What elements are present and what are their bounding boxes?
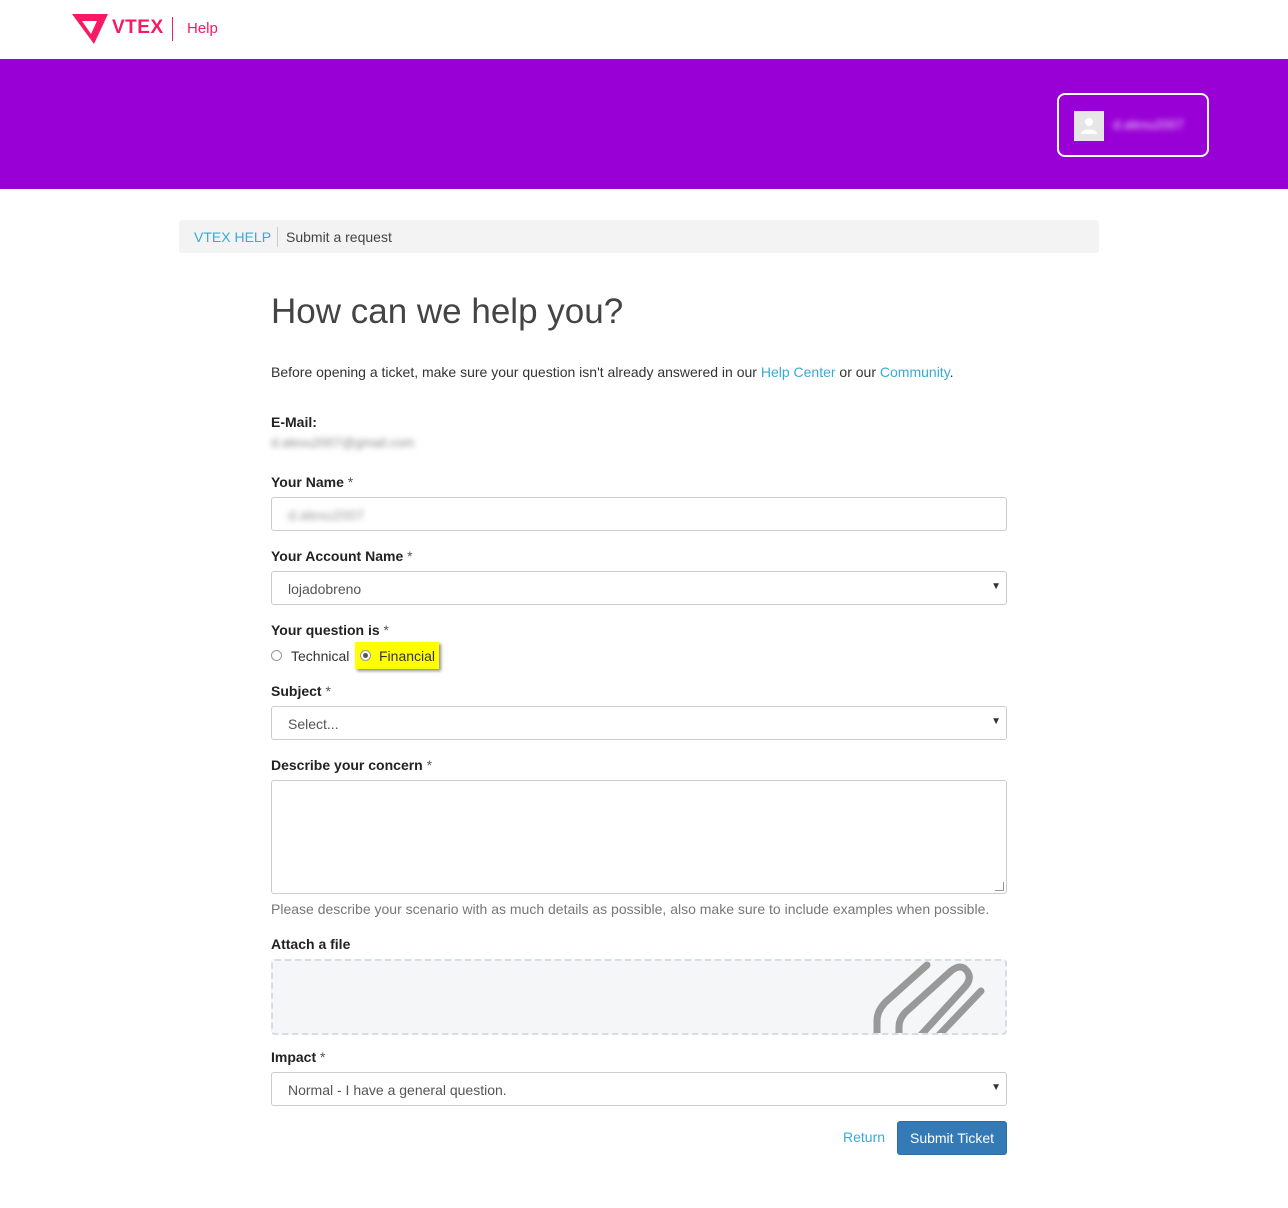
radio-financial-label[interactable]: Financial xyxy=(379,648,435,664)
intro-text: Before opening a ticket, make sure your … xyxy=(271,364,954,380)
concern-help-text: Please describe your scenario with as mu… xyxy=(271,901,990,917)
impact-select[interactable]: Normal - I have a general question. ▼ xyxy=(271,1072,1007,1106)
required-mark: * xyxy=(320,1049,326,1065)
community-link[interactable]: Community xyxy=(880,364,950,380)
radio-financial[interactable] xyxy=(360,650,371,661)
user-menu-button[interactable]: d.alexu2007 xyxy=(1057,93,1209,157)
name-label: Your Name * xyxy=(271,474,353,490)
concern-textarea[interactable] xyxy=(271,780,1007,894)
name-input[interactable]: d.alexu2007 xyxy=(271,497,1007,531)
vtex-logo-icon[interactable] xyxy=(70,12,110,46)
concern-label: Describe your concern * xyxy=(271,757,432,773)
subject-select[interactable]: Select... ▼ xyxy=(271,706,1007,740)
required-mark: * xyxy=(426,757,433,773)
submit-ticket-button[interactable]: Submit Ticket xyxy=(897,1121,1007,1155)
impact-label: Impact * xyxy=(271,1049,325,1065)
brand-name[interactable]: VTEX xyxy=(112,17,164,39)
required-mark: * xyxy=(383,622,389,638)
concern-label-text: Describe your concern xyxy=(271,757,423,773)
paperclip-icon xyxy=(873,961,985,1033)
return-link[interactable]: Return xyxy=(843,1129,885,1145)
name-input-value: d.alexu2007 xyxy=(288,507,365,523)
subject-label-text: Subject xyxy=(271,683,322,699)
breadcrumb-current: Submit a request xyxy=(286,229,392,245)
brand-divider xyxy=(172,17,173,41)
account-label-text: Your Account Name xyxy=(271,548,404,564)
account-select-value: lojadobreno xyxy=(288,581,362,597)
file-dropzone[interactable] xyxy=(271,959,1007,1035)
impact-label-text: Impact xyxy=(271,1049,317,1065)
radio-technical-label[interactable]: Technical xyxy=(291,648,349,664)
required-mark: * xyxy=(347,474,354,490)
radio-technical[interactable] xyxy=(271,650,282,661)
user-name: d.alexu2007 xyxy=(1113,117,1184,132)
account-select[interactable]: lojadobreno ▼ xyxy=(271,571,1007,605)
email-label: E-Mail: xyxy=(271,414,317,430)
top-bar: VTEX Help xyxy=(0,0,1288,59)
name-label-text: Your Name xyxy=(271,474,344,490)
required-mark: * xyxy=(325,683,331,699)
resize-handle-icon[interactable] xyxy=(995,882,1004,891)
user-avatar-icon xyxy=(1074,111,1104,141)
subject-select-value: Select... xyxy=(288,716,339,732)
help-center-link[interactable]: Help Center xyxy=(761,364,836,380)
caret-down-icon: ▼ xyxy=(991,581,1001,592)
brand-section-help[interactable]: Help xyxy=(187,20,218,37)
account-label: Your Account Name * xyxy=(271,548,413,564)
page-title: How can we help you? xyxy=(271,292,624,331)
breadcrumb: VTEX HELP Submit a request xyxy=(179,220,1099,253)
caret-down-icon: ▼ xyxy=(991,716,1001,727)
breadcrumb-separator xyxy=(277,227,278,247)
required-mark: * xyxy=(407,548,413,564)
intro-text-middle: or our xyxy=(835,364,880,380)
question-label-text: Your question is xyxy=(271,622,380,638)
impact-select-value: Normal - I have a general question. xyxy=(288,1082,507,1098)
question-label: Your question is * xyxy=(271,622,389,638)
intro-text-after: . xyxy=(949,364,954,380)
caret-down-icon: ▼ xyxy=(991,1082,1001,1093)
attach-label: Attach a file xyxy=(271,936,351,952)
subject-label: Subject * xyxy=(271,683,331,699)
breadcrumb-home-link[interactable]: VTEX HELP xyxy=(194,229,271,245)
email-value: d.alexu2007@gmail.com xyxy=(271,435,415,450)
intro-text-before: Before opening a ticket, make sure your … xyxy=(271,364,761,380)
